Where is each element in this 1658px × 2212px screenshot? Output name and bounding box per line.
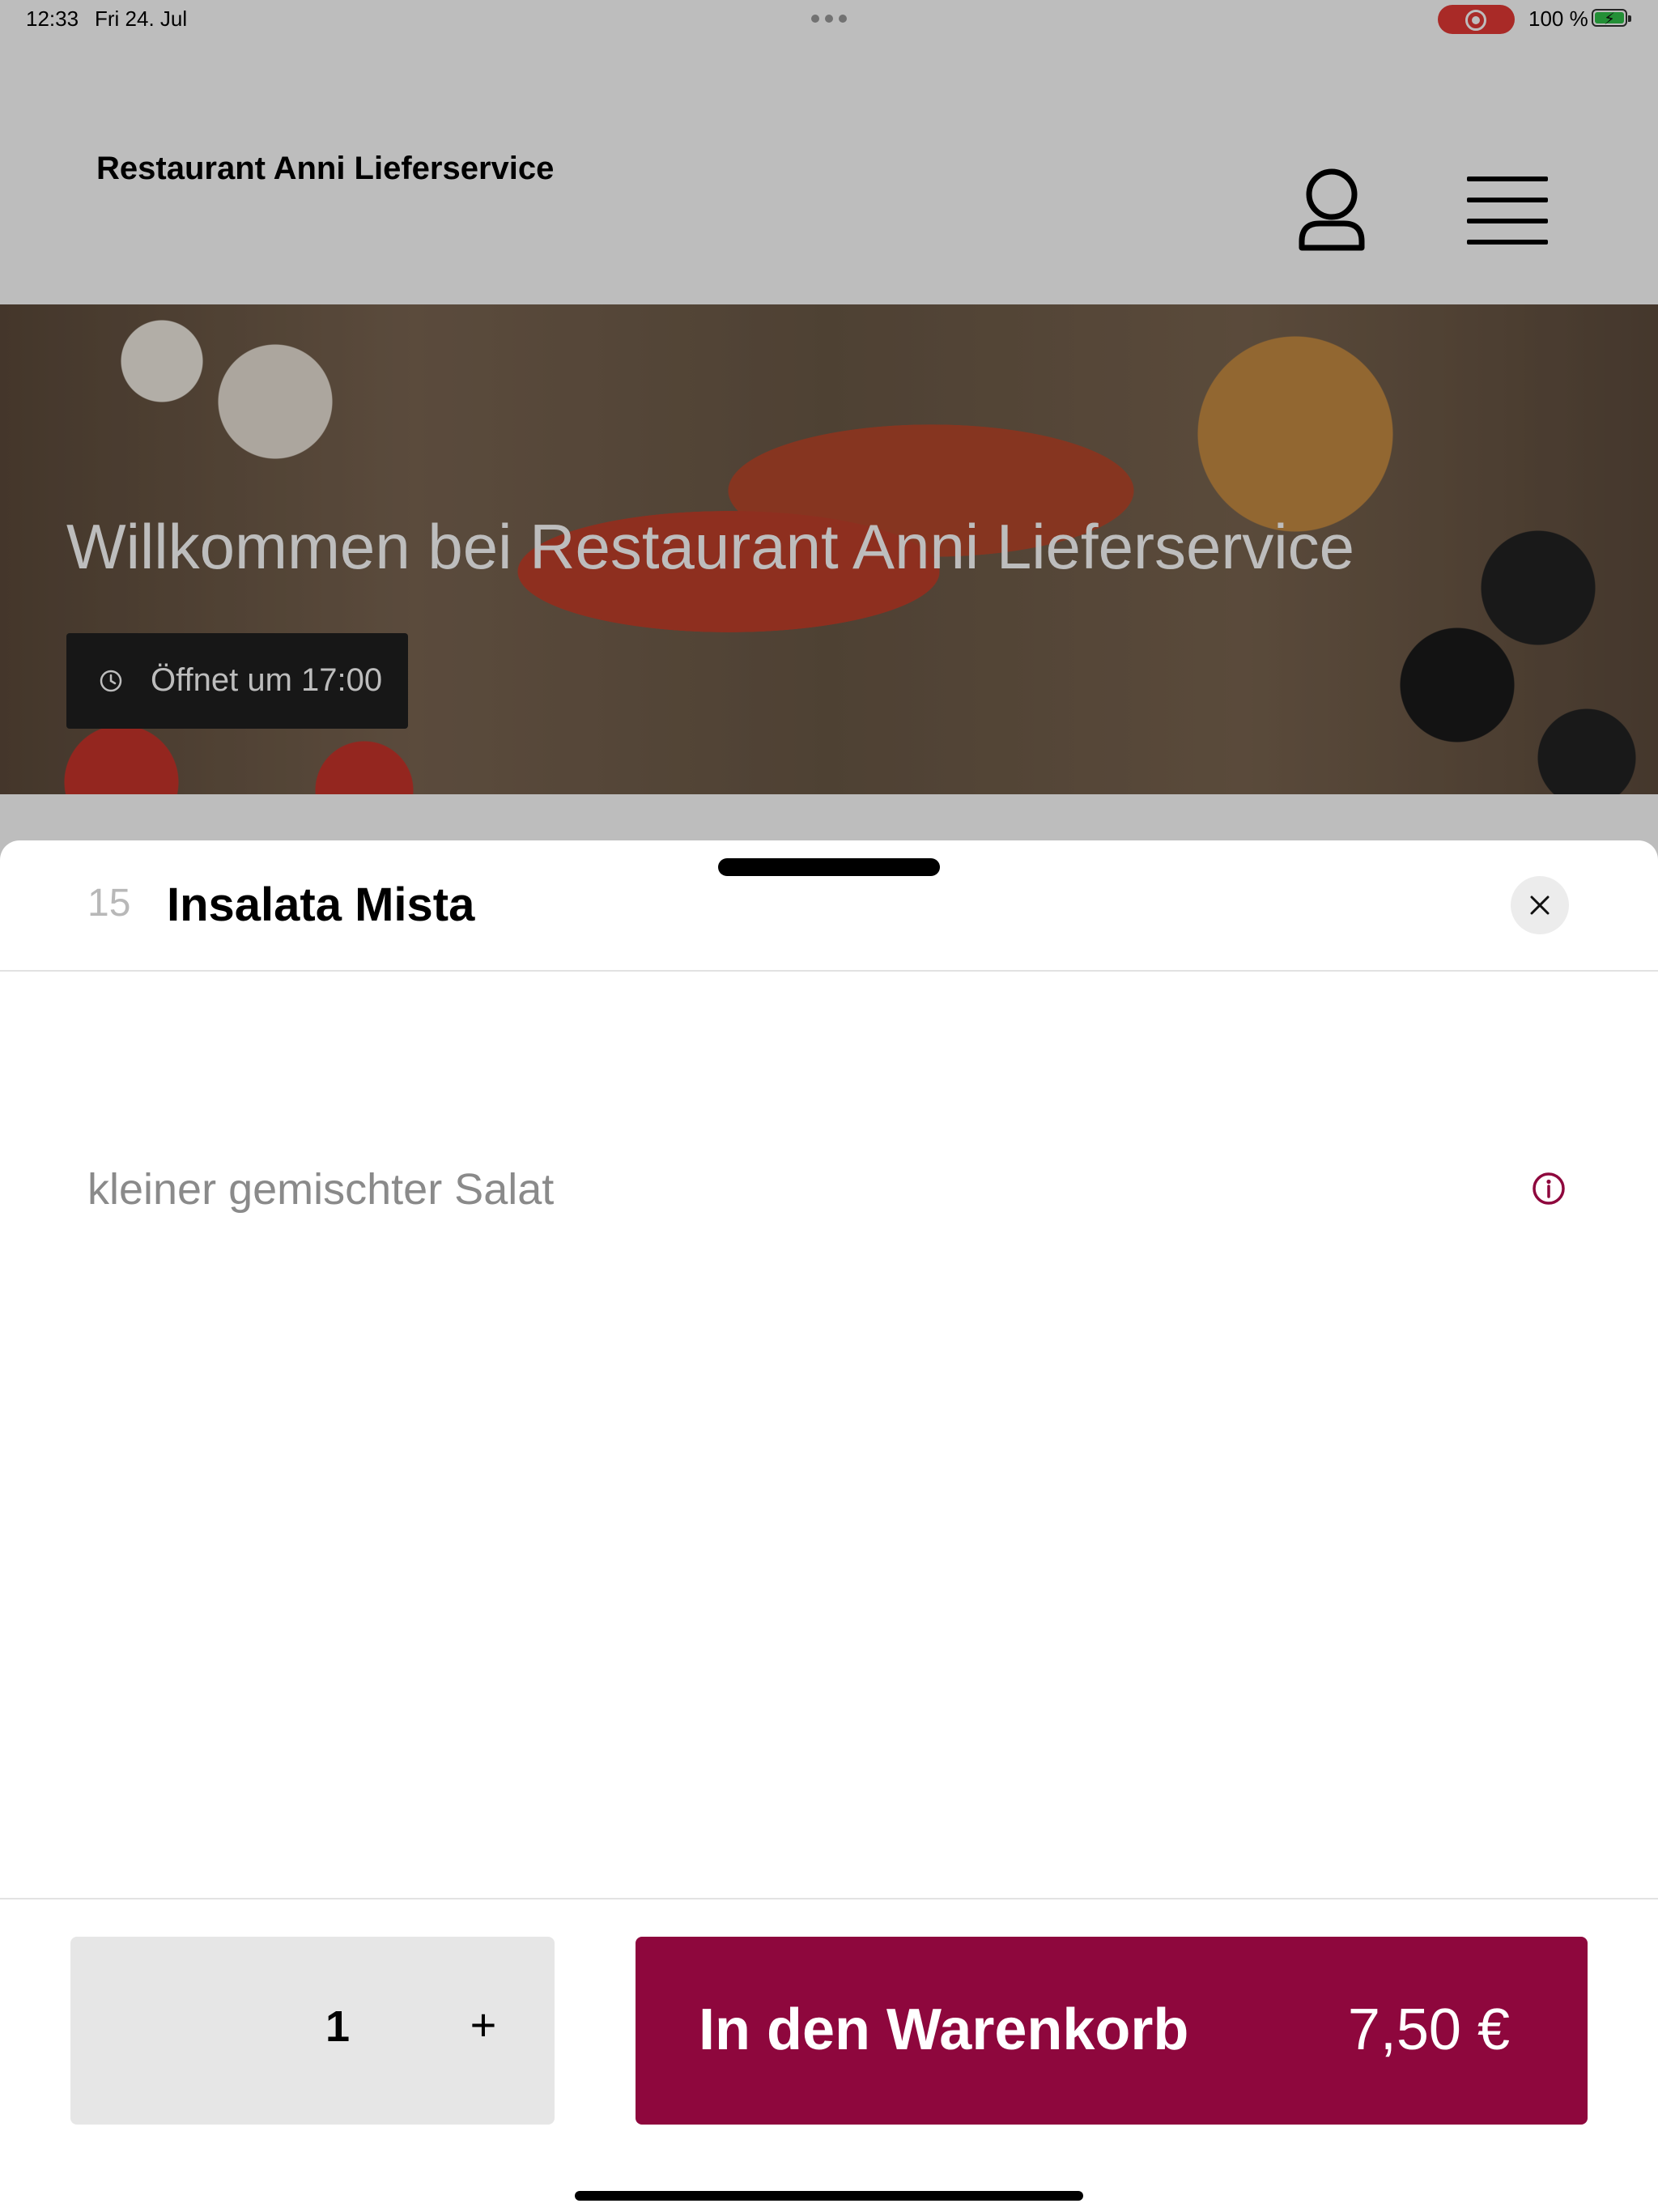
sheet-header-divider bbox=[0, 970, 1658, 972]
item-description: kleiner gemischter Salat bbox=[87, 1165, 555, 1214]
close-icon bbox=[1530, 895, 1550, 915]
item-price: 7,50 € bbox=[1347, 1997, 1510, 2062]
item-title: Insalata Mista bbox=[167, 878, 475, 931]
quantity-increase-button[interactable]: + bbox=[451, 1998, 516, 2051]
home-indicator[interactable] bbox=[575, 2191, 1083, 2201]
sheet-grabber[interactable] bbox=[718, 858, 940, 876]
quantity-stepper: 1 + bbox=[70, 1937, 555, 2125]
close-button[interactable] bbox=[1511, 876, 1569, 934]
item-number: 15 bbox=[87, 882, 131, 925]
add-to-cart-button[interactable]: In den Warenkorb 7,50 € bbox=[636, 1937, 1588, 2125]
info-icon[interactable] bbox=[1531, 1171, 1567, 1206]
footer-divider bbox=[0, 1898, 1658, 1899]
add-to-cart-label: In den Warenkorb bbox=[699, 1997, 1189, 2062]
product-sheet: 15 Insalata Mista kleiner gemischter Sal… bbox=[0, 840, 1658, 2212]
quantity-value: 1 bbox=[325, 2002, 351, 2051]
